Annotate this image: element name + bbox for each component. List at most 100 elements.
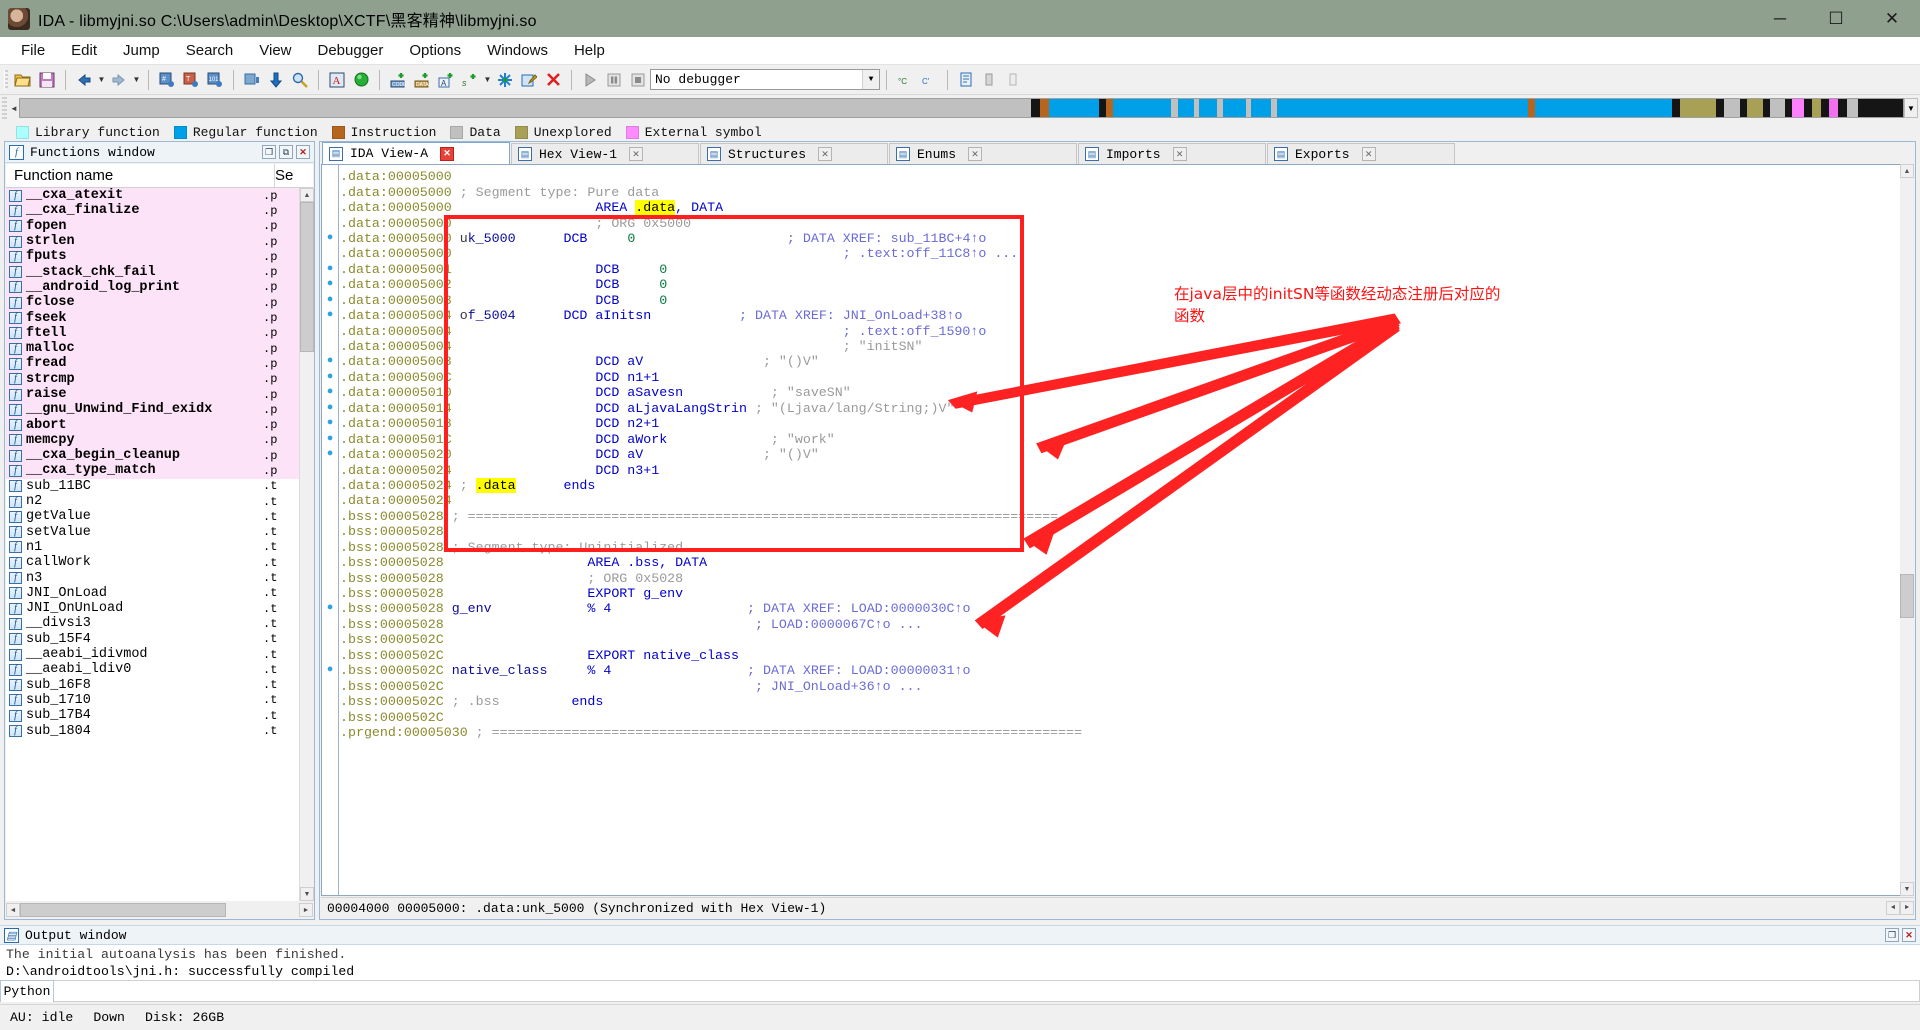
navband-grip[interactable] xyxy=(2,97,7,119)
scroll-down-button[interactable]: ▼ xyxy=(300,887,314,901)
make-code-icon[interactable]: CODE xyxy=(386,68,410,92)
edit-function-icon[interactable] xyxy=(517,68,541,92)
dock-button[interactable]: ❐ xyxy=(1885,928,1899,942)
step-over-icon[interactable]: C' xyxy=(917,68,941,92)
list-icon[interactable] xyxy=(954,68,978,92)
navband-segment[interactable] xyxy=(1527,99,1536,117)
tab-close-icon[interactable]: ✕ xyxy=(1361,147,1376,161)
navband-segment[interactable] xyxy=(1791,99,1805,117)
tab-ida-view-a[interactable]: ▤ IDA View-A ✕ xyxy=(322,142,510,164)
tab-exports[interactable]: ▤ Exports ✕ xyxy=(1267,143,1455,164)
disassembly-vertical-scrollbar[interactable]: ▲ ▼ xyxy=(1900,164,1914,896)
jump-to-number-icon[interactable]: 101 xyxy=(203,68,227,92)
code-line[interactable]: .bss:00005028 AREA .bss, DATA xyxy=(322,555,1899,570)
navband-segment[interactable] xyxy=(1746,99,1764,117)
menu-jump[interactable]: Jump xyxy=(110,39,173,62)
forward-arrow-icon[interactable] xyxy=(107,68,131,92)
code-line[interactable]: .bss:0000502C ; .bss ends xyxy=(322,694,1899,709)
function-list-row[interactable]: f __cxa_type_match .p xyxy=(6,463,299,479)
disassembly-view[interactable]: .data:00005000 .data:00005000 ; Segment t… xyxy=(321,164,1914,896)
code-line[interactable]: ● .data:00005002 DCB 0 xyxy=(322,277,1899,292)
tab-imports[interactable]: ▤ Imports ✕ xyxy=(1078,143,1266,164)
forward-dropdown-icon[interactable]: ▼ xyxy=(131,68,142,92)
scroll-left-button[interactable]: ◄ xyxy=(6,903,20,917)
make-data-icon[interactable]: DATA xyxy=(410,68,434,92)
code-line[interactable]: ● .data:00005014 DCD aLjavaLangStrin ; "(… xyxy=(322,401,1899,416)
menu-options[interactable]: Options xyxy=(396,39,474,62)
code-line[interactable]: .data:00005024 DCD n3+1 xyxy=(322,462,1899,478)
code-line[interactable]: .bss:00005028 ; Segment type: Uninitiali… xyxy=(322,540,1899,555)
tab-hex-view-1[interactable]: ▤ Hex View-1 ✕ xyxy=(511,143,699,164)
step-into-icon[interactable]: °C xyxy=(893,68,917,92)
close-icon[interactable]: ✕ xyxy=(1902,928,1916,942)
navband-segment[interactable] xyxy=(1098,99,1107,117)
close-icon[interactable]: ✕ xyxy=(296,145,310,159)
hscroll-thumb[interactable] xyxy=(20,903,226,917)
menu-view[interactable]: View xyxy=(246,39,304,62)
undefine-icon[interactable] xyxy=(541,68,565,92)
functions-vertical-scrollbar[interactable]: ▲ ▼ xyxy=(299,188,314,901)
navband-segment[interactable] xyxy=(1723,99,1740,117)
function-list-row[interactable]: f sub_1710 .t xyxy=(6,693,299,708)
struct-dropdown-icon[interactable]: ▼ xyxy=(482,68,493,92)
navband-segment[interactable] xyxy=(1739,99,1747,117)
pause-icon[interactable] xyxy=(602,68,626,92)
debugger-select[interactable]: No debugger ▼ xyxy=(650,69,880,90)
code-line[interactable]: ● .data:00005003 DCB 0 xyxy=(322,293,1899,308)
save-icon[interactable] xyxy=(35,68,59,92)
navband-segment[interactable] xyxy=(1770,99,1785,117)
code-line[interactable]: .data:00005024 xyxy=(322,493,1899,508)
navband-segment[interactable] xyxy=(1858,99,1904,117)
code-line[interactable]: .bss:0000502C xyxy=(322,709,1899,725)
tab-close-icon[interactable]: ✕ xyxy=(1172,147,1187,161)
code-line[interactable]: .data:00005024 ; .data ends xyxy=(322,477,1899,493)
function-list-row[interactable]: f fputs .p xyxy=(6,249,299,265)
menu-windows[interactable]: Windows xyxy=(474,39,561,62)
navband-segment[interactable] xyxy=(1170,99,1178,117)
navband-segment[interactable] xyxy=(1804,99,1812,117)
function-list-row[interactable]: f sub_15F4 .t xyxy=(6,632,299,647)
function-list-row[interactable]: f sub_1804 .t xyxy=(6,723,299,739)
output-log[interactable]: The initial autoanalysis has been finish… xyxy=(0,945,1920,980)
navband-segment[interactable] xyxy=(1838,99,1848,117)
navband-overview-button[interactable]: ▼ xyxy=(1904,98,1918,118)
run-icon[interactable] xyxy=(578,68,602,92)
navband-segment[interactable] xyxy=(1199,99,1218,117)
code-line[interactable]: .data:00005000 xyxy=(322,169,1899,184)
code-line[interactable]: .bss:00005028 ; ========================… xyxy=(322,509,1899,524)
trace-alt-icon[interactable] xyxy=(1002,68,1026,92)
code-line[interactable]: .bss:00005028 EXPORT g_env xyxy=(322,586,1899,601)
code-line[interactable]: ● .data:00005018 DCD n2+1 xyxy=(322,416,1899,431)
navband-segment[interactable] xyxy=(1784,99,1792,117)
code-line[interactable]: .bss:00005028 ; ORG 0x5028 xyxy=(322,570,1899,586)
menu-debugger[interactable]: Debugger xyxy=(305,39,397,62)
trace-icon[interactable] xyxy=(978,68,1002,92)
code-line[interactable]: ● .data:00005004 o f_5004 DCD aInitsn ; DA… xyxy=(322,308,1899,323)
function-list-row[interactable]: f raise .p xyxy=(6,386,299,403)
function-list-row[interactable]: f malloc .p xyxy=(6,340,299,357)
function-list-row[interactable]: f setValue .t xyxy=(6,525,299,540)
scroll-right-button[interactable]: ► xyxy=(299,903,313,917)
function-list-row[interactable]: f fread .p xyxy=(6,356,299,372)
function-list-row[interactable]: f sub_16F8 .t xyxy=(6,678,299,693)
navband-segment[interactable] xyxy=(1106,99,1114,117)
back-dropdown-icon[interactable]: ▼ xyxy=(96,68,107,92)
navband-segment[interactable] xyxy=(20,99,1031,117)
scroll-right-button[interactable]: ► xyxy=(1900,901,1914,915)
function-list-row[interactable]: f sub_11BC .t xyxy=(6,479,299,494)
code-line[interactable]: ● .bss:0000502C native_class % 4 ; DATA X… xyxy=(322,663,1899,678)
tab-close-icon[interactable]: ✕ xyxy=(440,146,455,161)
navband-left-arrow-icon[interactable]: ◄ xyxy=(9,104,19,113)
navband-segment[interactable] xyxy=(1829,99,1839,117)
tab-structures[interactable]: ▤ Structures ✕ xyxy=(700,143,888,164)
menu-help[interactable]: Help xyxy=(561,39,618,62)
minimize-button[interactable]: ─ xyxy=(1752,0,1808,37)
hscroll-track[interactable] xyxy=(20,903,299,917)
function-list-row[interactable]: f n2 .t xyxy=(6,494,299,509)
back-arrow-icon[interactable] xyxy=(72,68,96,92)
code-line[interactable]: .data:00005004 ; .text:off_1590↑o xyxy=(322,323,1899,339)
navband-segment[interactable] xyxy=(1276,99,1528,117)
alpha-warn-icon[interactable]: A xyxy=(325,68,349,92)
jump-to-text-icon[interactable]: T xyxy=(179,68,203,92)
menu-file[interactable]: File xyxy=(8,39,58,62)
